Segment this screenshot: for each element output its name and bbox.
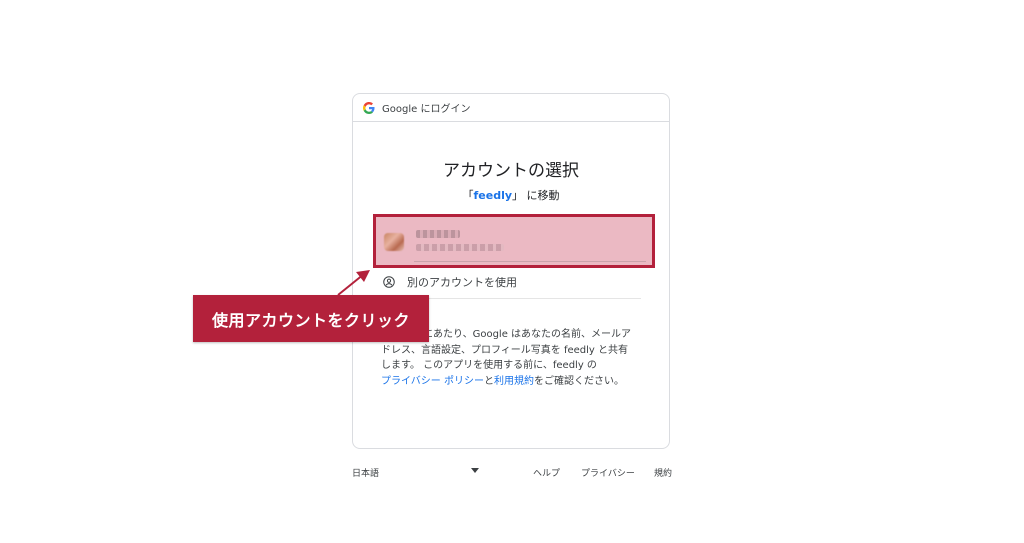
subtitle-rest: に移動 (523, 189, 560, 202)
subtitle: 「feedly」 に移動 (353, 187, 669, 203)
terms-footer-link[interactable]: 規約 (654, 466, 672, 479)
privacy-policy-link[interactable]: プライバシー ポリシー (381, 376, 484, 387)
google-signin-card: Google にログイン アカウントの選択 「feedly」 に移動 別のアカウ… (352, 93, 670, 449)
use-another-account-label: 別のアカウントを使用 (407, 276, 517, 289)
privacy-link[interactable]: プライバシー (581, 466, 635, 479)
legal-tail: をご確認ください。 (533, 375, 624, 387)
footer: 日本語 ヘルプ プライバシー 規約 (352, 466, 672, 479)
header-label: Google にログイン (382, 104, 471, 115)
card-header: Google にログイン (353, 94, 669, 122)
callout-label: 使用アカウントをクリック (193, 295, 429, 342)
caret-down-icon[interactable] (471, 468, 479, 473)
account-name-blurred (416, 230, 460, 238)
language-selector[interactable]: 日本語 (352, 466, 379, 479)
avatar (384, 233, 404, 251)
account-email-blurred (416, 244, 504, 251)
account-item-highlighted[interactable] (373, 214, 655, 268)
page-title: アカウントの選択 (443, 161, 579, 181)
person-circle-icon (383, 276, 395, 288)
account-divider (414, 261, 646, 262)
subtitle-open-bracket: 「 (462, 189, 474, 202)
legal-line1: にあたり、Google はあなたの名前、メールア (423, 329, 632, 340)
subtitle-close-bracket: 」 (512, 189, 524, 202)
use-another-account-button[interactable]: 別のアカウントを使用 (383, 274, 517, 290)
terms-link[interactable]: 利用規約 (494, 376, 534, 387)
legal-line2: ドレス、言語設定、プロフィール写真を feedly と共有 (381, 344, 629, 356)
legal-and: と (483, 375, 494, 387)
help-link[interactable]: ヘルプ (533, 466, 560, 479)
google-g-icon (363, 101, 375, 114)
app-name-link[interactable]: feedly (473, 189, 512, 202)
legal-line3: します。 このアプリを使用する前に、feedly の (381, 360, 597, 371)
